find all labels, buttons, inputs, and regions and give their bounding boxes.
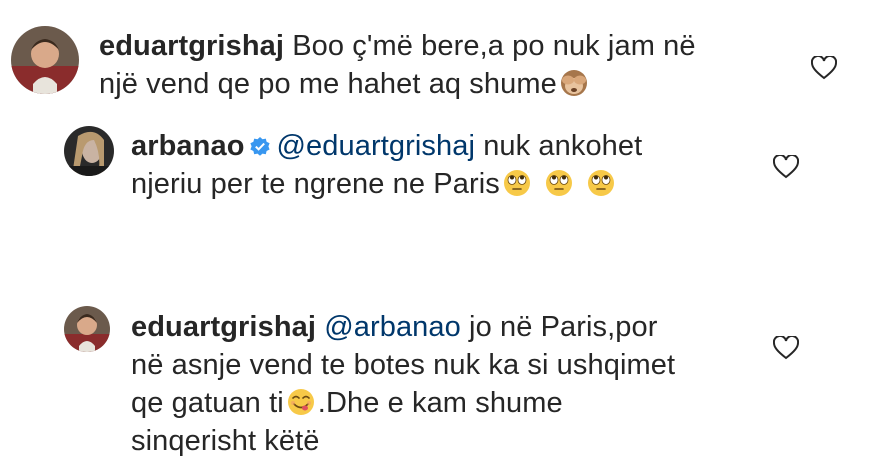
comment-line: sinqerisht këtë bbox=[131, 425, 320, 457]
avatar-image bbox=[11, 26, 79, 94]
like-heart-icon[interactable] bbox=[773, 155, 799, 179]
avatar-image bbox=[64, 306, 110, 352]
comment-line: një vend qe po me hahet aq shume bbox=[99, 68, 557, 100]
rolling-eyes-emoji-icon bbox=[502, 168, 532, 198]
see-no-evil-monkey-icon bbox=[559, 68, 589, 98]
avatar[interactable] bbox=[64, 306, 110, 352]
comment-line: jo në Paris,por bbox=[469, 311, 658, 343]
mention-link[interactable]: @arbanao bbox=[324, 311, 461, 343]
like-heart-icon[interactable] bbox=[773, 336, 799, 360]
rolling-eyes-emoji-icon bbox=[544, 168, 574, 198]
avatar[interactable] bbox=[11, 26, 79, 94]
avatar[interactable] bbox=[64, 126, 114, 176]
comment-text: eduartgrishaj @arbanao jo në Paris,por n… bbox=[131, 308, 675, 460]
like-heart-icon[interactable] bbox=[811, 56, 837, 80]
comment-line: .Dhe e kam shume bbox=[317, 387, 563, 419]
comment-text: eduartgrishaj Boo ç'më bere,a po nuk jam… bbox=[99, 27, 696, 103]
username-link[interactable]: eduartgrishaj bbox=[99, 30, 284, 62]
verified-badge-icon bbox=[249, 136, 271, 158]
comment-text: arbanao @eduartgrishaj nuk ankohet njeriu… bbox=[131, 127, 642, 203]
avatar-image bbox=[64, 126, 114, 176]
comment-line: Boo ç'më bere,a po nuk jam në bbox=[292, 30, 696, 62]
comment-line: në asnje vend te botes nuk ka si ushqime… bbox=[131, 349, 676, 381]
comment-line: nuk ankohet bbox=[483, 130, 643, 162]
comment-line: njeriu per te ngrene ne Paris bbox=[131, 168, 500, 200]
comment-1: eduartgrishaj Boo ç'më bere,a po nuk jam… bbox=[0, 0, 885, 110]
comment-2-reply: arbanao @eduartgrishaj nuk ankohet njeriu… bbox=[0, 110, 885, 220]
comment-line: qe gatuan ti bbox=[131, 387, 284, 419]
username-link[interactable]: arbanao bbox=[131, 130, 245, 162]
face-savoring-food-icon bbox=[286, 387, 316, 417]
comment-3-reply: eduartgrishaj @arbanao jo në Paris,por n… bbox=[0, 295, 885, 457]
rolling-eyes-emoji-icon bbox=[586, 168, 616, 198]
username-link[interactable]: eduartgrishaj bbox=[131, 311, 316, 343]
mention-link[interactable]: @eduartgrishaj bbox=[277, 130, 476, 162]
